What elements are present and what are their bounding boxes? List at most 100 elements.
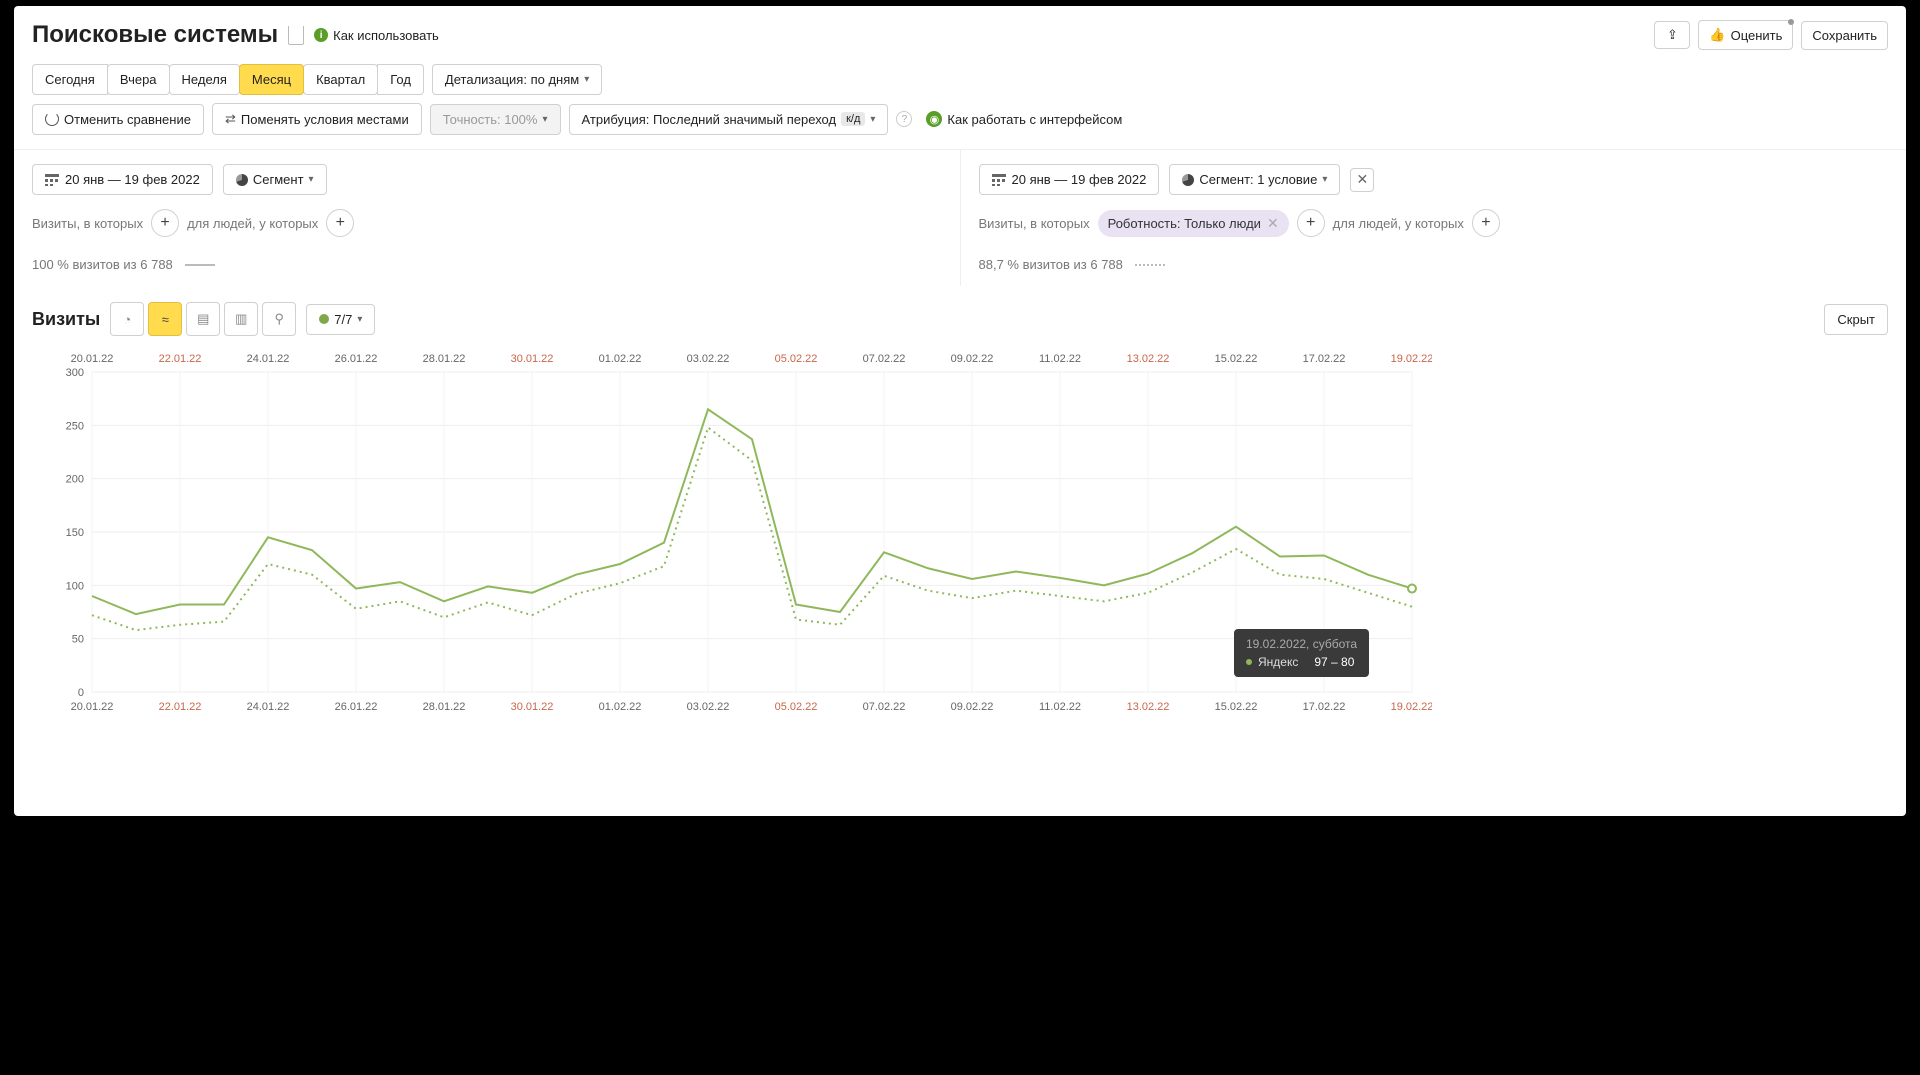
period-tab-4[interactable]: Квартал	[303, 64, 378, 95]
svg-text:19.02.22: 19.02.22	[1391, 353, 1432, 365]
detail-label: Детализация: по дням	[445, 72, 579, 87]
period-tabs: СегодняВчераНеделяМесяцКварталГод	[32, 64, 424, 95]
segment-dropdown[interactable]: Сегмент: 1 условие ▾	[1169, 164, 1340, 195]
undo-compare-label: Отменить сравнение	[64, 112, 191, 127]
svg-text:05.02.22: 05.02.22	[775, 353, 818, 365]
line-chart[interactable]: 05010015020025030020.01.2220.01.2222.01.…	[32, 342, 1432, 722]
chevron-down-icon: ▾	[584, 74, 589, 85]
svg-text:300: 300	[66, 367, 84, 379]
period-tab-2[interactable]: Неделя	[169, 64, 240, 95]
interface-help-link[interactable]: ◉ Как работать с интерфейсом	[926, 111, 1122, 127]
svg-text:09.02.22: 09.02.22	[951, 353, 994, 365]
refresh-icon	[45, 112, 59, 126]
svg-text:30.01.22: 30.01.22	[511, 353, 554, 365]
date-range-button[interactable]: 20 янв — 19 фев 2022	[979, 164, 1160, 195]
date-range-button[interactable]: 20 янв — 19 фев 2022	[32, 164, 213, 195]
svg-text:03.02.22: 03.02.22	[687, 701, 730, 713]
bookmark-icon[interactable]	[288, 26, 304, 45]
period-tab-5[interactable]: Год	[377, 64, 424, 95]
svg-text:50: 50	[72, 634, 84, 646]
compare-panels: 20 янв — 19 фев 2022 Сегмент ▾ Визиты, в…	[14, 149, 1906, 286]
line-sample-dotted	[1135, 264, 1165, 266]
svg-text:20.01.22: 20.01.22	[71, 353, 114, 365]
header: Поисковые системы i Как использовать ⇪ 👍…	[14, 16, 1906, 60]
svg-text:0: 0	[78, 687, 84, 699]
swap-button[interactable]: ⇄ Поменять условия местами	[212, 103, 422, 135]
period-tab-0[interactable]: Сегодня	[32, 64, 108, 95]
chevron-down-icon: ▾	[542, 114, 547, 125]
svg-text:17.02.22: 17.02.22	[1303, 701, 1346, 713]
svg-text:28.01.22: 28.01.22	[423, 701, 466, 713]
chart-header: Визиты ◔ ≈ ▤ ▥ ⚲ 7/7 ▾ Скрыт	[14, 286, 1906, 342]
hide-button[interactable]: Скрыт	[1824, 304, 1888, 335]
segment-dropdown[interactable]: Сегмент ▾	[223, 164, 327, 195]
export-button[interactable]: ⇪	[1654, 21, 1690, 49]
attribution-dropdown[interactable]: Атрибуция: Последний значимый переход к/…	[569, 104, 889, 135]
svg-text:24.01.22: 24.01.22	[247, 701, 290, 713]
svg-text:28.01.22: 28.01.22	[423, 353, 466, 365]
accuracy-dropdown[interactable]: Точность: 100% ▾	[430, 104, 561, 135]
for-people-label: для людей, у которых	[187, 216, 318, 231]
how-to-use-link[interactable]: i Как использовать	[314, 28, 439, 43]
add-visit-filter-button[interactable]: +	[1297, 209, 1325, 237]
date-range-label: 20 янв — 19 фев 2022	[65, 172, 200, 187]
view-bar-button[interactable]: ▥	[224, 302, 258, 336]
chevron-down-icon: ▾	[357, 314, 362, 325]
thumbs-icon: 👍	[1709, 27, 1725, 43]
chip-remove-icon[interactable]: ✕	[1267, 215, 1279, 232]
segment-label: Сегмент: 1 условие	[1199, 172, 1317, 187]
add-visit-filter-button[interactable]: +	[151, 209, 179, 237]
chip-label: Роботность: Только люди	[1108, 216, 1261, 231]
svg-text:200: 200	[66, 474, 84, 486]
period-tab-1[interactable]: Вчера	[107, 64, 170, 95]
swap-label: Поменять условия местами	[241, 112, 409, 127]
legend-count: 7/7	[334, 312, 352, 327]
compass-icon: ◉	[926, 111, 942, 127]
calendar-icon	[992, 174, 1006, 186]
calendar-icon	[45, 174, 59, 186]
header-left: Поисковые системы i Как использовать	[32, 21, 439, 49]
filter-chip-robotness[interactable]: Роботность: Только люди ✕	[1098, 210, 1289, 237]
svg-text:15.02.22: 15.02.22	[1215, 353, 1258, 365]
legend-dropdown[interactable]: 7/7 ▾	[306, 304, 375, 335]
svg-text:17.02.22: 17.02.22	[1303, 353, 1346, 365]
chevron-down-icon: ▾	[1322, 174, 1327, 185]
chevron-down-icon: ▾	[309, 174, 314, 185]
view-area-button[interactable]: ▤	[186, 302, 220, 336]
line-sample-solid	[185, 264, 215, 266]
rate-button[interactable]: 👍 Оценить	[1698, 20, 1793, 50]
view-map-button[interactable]: ⚲	[262, 302, 296, 336]
compare-toolbar: Отменить сравнение ⇄ Поменять условия ме…	[14, 99, 1906, 139]
svg-text:19.02.22: 19.02.22	[1391, 701, 1432, 713]
view-line-button[interactable]: ≈	[148, 302, 182, 336]
svg-text:26.01.22: 26.01.22	[335, 353, 378, 365]
svg-text:26.01.22: 26.01.22	[335, 701, 378, 713]
undo-compare-button[interactable]: Отменить сравнение	[32, 104, 204, 135]
summary-text: 88,7 % визитов из 6 788	[979, 257, 1123, 272]
for-people-label: для людей, у которых	[1333, 216, 1464, 231]
panel-right: 20 янв — 19 фев 2022 Сегмент: 1 условие …	[960, 150, 1907, 286]
svg-text:24.01.22: 24.01.22	[247, 353, 290, 365]
svg-text:30.01.22: 30.01.22	[511, 701, 554, 713]
remove-segment-button[interactable]: ✕	[1350, 168, 1374, 192]
detail-dropdown[interactable]: Детализация: по дням ▾	[432, 64, 602, 95]
panel-left: 20 янв — 19 фев 2022 Сегмент ▾ Визиты, в…	[14, 150, 960, 286]
svg-text:11.02.22: 11.02.22	[1039, 701, 1081, 713]
visits-in-which-label: Визиты, в которых	[979, 216, 1090, 231]
help-icon[interactable]: ?	[896, 111, 912, 127]
filter-row-right: Визиты, в которых Роботность: Только люд…	[979, 209, 1889, 237]
add-people-filter-button[interactable]: +	[326, 209, 354, 237]
view-donut-button[interactable]: ◔	[110, 302, 144, 336]
save-button[interactable]: Сохранить	[1801, 21, 1888, 50]
accuracy-label: Точность: 100%	[443, 112, 538, 127]
add-people-filter-button[interactable]: +	[1472, 209, 1500, 237]
attribution-tag: к/д	[841, 112, 865, 126]
svg-text:01.02.22: 01.02.22	[599, 701, 642, 713]
period-tab-3[interactable]: Месяц	[239, 64, 304, 95]
summary-left: 100 % визитов из 6 788	[32, 257, 942, 272]
chart-view-buttons: ◔ ≈ ▤ ▥ ⚲	[110, 302, 296, 336]
svg-text:13.02.22: 13.02.22	[1127, 701, 1170, 713]
export-icon: ⇪	[1665, 28, 1679, 42]
pie-icon	[1182, 174, 1194, 186]
hide-label: Скрыт	[1837, 312, 1875, 327]
